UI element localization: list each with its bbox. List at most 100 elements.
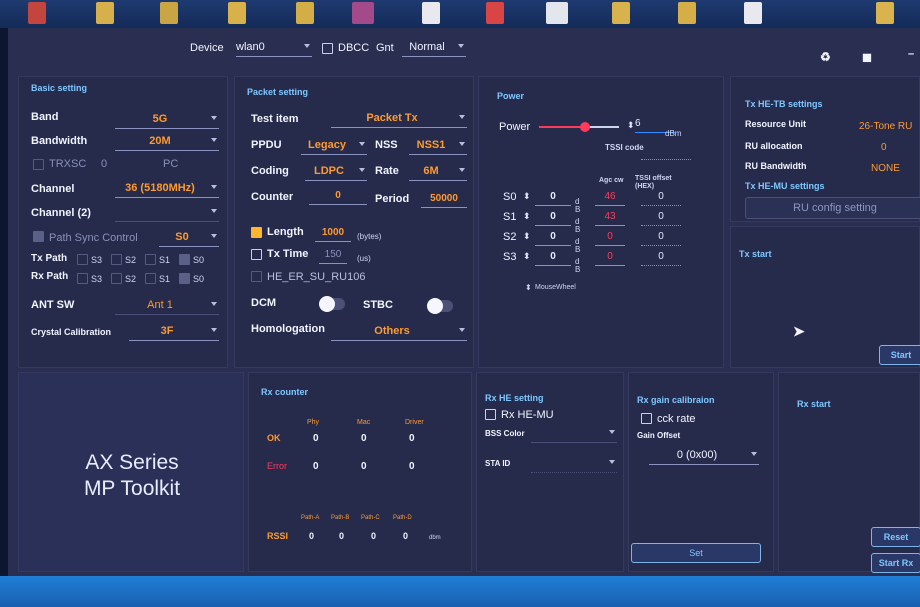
spinner-icon[interactable]: ⬍ bbox=[523, 231, 531, 242]
tx-start-button[interactable]: Start bbox=[879, 345, 920, 365]
ru-config-setting-button[interactable]: RU config setting bbox=[745, 197, 920, 219]
tssi-offset-value[interactable]: 0 bbox=[641, 191, 681, 206]
rx-path-s2-label: S2 bbox=[125, 274, 137, 284]
test-item-select[interactable]: Packet Tx bbox=[331, 110, 467, 128]
spinner-icon[interactable]: ⬍ bbox=[523, 191, 531, 202]
folder-icon[interactable] bbox=[160, 2, 178, 24]
ok-mac-value: 0 bbox=[361, 433, 367, 444]
reset-button[interactable]: Reset bbox=[871, 527, 920, 547]
homologation-label: Homologation bbox=[251, 323, 325, 335]
channel-select[interactable]: 36 (5180MHz) bbox=[115, 180, 219, 198]
period-field[interactable]: 50000 bbox=[421, 193, 467, 208]
tx-time-checkbox[interactable] bbox=[251, 249, 262, 260]
tssi-offset-value[interactable]: 0 bbox=[641, 211, 681, 226]
tx-start-title: Tx start bbox=[739, 249, 772, 259]
rx-he-setting-title: Rx HE setting bbox=[485, 393, 544, 403]
rx-he-mu-checkbox[interactable] bbox=[485, 409, 496, 420]
power-slider-track[interactable] bbox=[539, 122, 619, 132]
folder-icon[interactable] bbox=[228, 2, 246, 24]
nss-select[interactable]: NSS1 bbox=[409, 137, 467, 155]
device-select[interactable]: wlan0 bbox=[236, 39, 312, 57]
cck-rate-checkbox[interactable] bbox=[641, 413, 652, 424]
power-slider-handle[interactable] bbox=[580, 122, 590, 132]
bandwidth-select[interactable]: 20M bbox=[115, 133, 219, 151]
document-icon[interactable] bbox=[422, 2, 440, 24]
tx-path-s1-checkbox[interactable] bbox=[145, 254, 156, 265]
qr-code-icon[interactable] bbox=[546, 2, 568, 24]
agc-cw-value[interactable]: 0 bbox=[595, 231, 625, 246]
spinner-icon[interactable]: ⬍ bbox=[523, 251, 531, 262]
path-sync-select[interactable]: S0 bbox=[159, 229, 219, 247]
channel2-select[interactable] bbox=[115, 204, 219, 222]
test-item-label: Test item bbox=[251, 113, 299, 125]
error-driver-value: 0 bbox=[409, 461, 415, 472]
document-icon[interactable] bbox=[744, 2, 762, 24]
start-rx-button[interactable]: Start Rx bbox=[871, 553, 920, 573]
rx-path-s1-checkbox[interactable] bbox=[145, 273, 156, 284]
rx-path-s3-checkbox[interactable] bbox=[77, 273, 88, 284]
counter-field[interactable]: 0 bbox=[309, 190, 367, 205]
stbc-toggle[interactable] bbox=[427, 298, 453, 314]
tx-time-field[interactable]: 150 bbox=[319, 249, 347, 264]
app-icon[interactable] bbox=[352, 2, 374, 24]
folder-icon[interactable] bbox=[96, 2, 114, 24]
tssi-offset-value[interactable]: 0 bbox=[641, 251, 681, 266]
tssi-code-label: TSSI code bbox=[605, 143, 644, 152]
folder-icon[interactable] bbox=[612, 2, 630, 24]
dbcc-checkbox[interactable] bbox=[322, 43, 333, 54]
set-button[interactable]: Set bbox=[631, 543, 761, 563]
tx-path-s2-checkbox[interactable] bbox=[111, 254, 122, 265]
folder-icon[interactable] bbox=[678, 2, 696, 24]
agc-cw-value[interactable]: 0 bbox=[595, 251, 625, 266]
resource-unit-value[interactable]: 26-Tone RU bbox=[859, 121, 912, 132]
power-spinner-icon[interactable]: ⬍ bbox=[627, 120, 635, 131]
period-label: Period bbox=[375, 193, 410, 205]
path-sync-checkbox[interactable] bbox=[33, 231, 44, 242]
sta-id-select[interactable] bbox=[531, 455, 617, 473]
ppdu-select[interactable]: Legacy bbox=[301, 137, 367, 155]
gnt-select[interactable]: Normal bbox=[402, 39, 466, 57]
camera-icon[interactable]: ◼ bbox=[862, 50, 872, 64]
folder-icon[interactable] bbox=[876, 2, 894, 24]
ru-allocation-value[interactable]: 0 bbox=[881, 142, 887, 153]
tx-path-s0-checkbox[interactable] bbox=[179, 254, 190, 265]
rx-path-s0-checkbox[interactable] bbox=[179, 273, 190, 284]
homologation-select[interactable]: Others bbox=[331, 323, 467, 341]
tssi-offset-value[interactable]: 0 bbox=[641, 231, 681, 246]
recycle-icon[interactable]: ♻ bbox=[820, 50, 831, 64]
rx-path-s1-label: S1 bbox=[159, 274, 171, 284]
power-label: Power bbox=[499, 121, 531, 133]
rate-select[interactable]: 6M bbox=[409, 163, 467, 181]
agc-cw-value[interactable]: 43 bbox=[595, 211, 625, 226]
length-field[interactable]: 1000 bbox=[315, 227, 351, 242]
crystal-calibration-select[interactable]: 3F bbox=[129, 323, 219, 341]
tssi-code-field[interactable] bbox=[641, 159, 691, 160]
coding-select[interactable]: LDPC bbox=[305, 163, 367, 181]
power-row-field[interactable]: 0 bbox=[535, 231, 571, 246]
he-er-su-ru106-checkbox[interactable] bbox=[251, 271, 262, 282]
band-select[interactable]: 5G bbox=[115, 111, 219, 129]
he-er-su-ru106-label: HE_ER_SU_RU106 bbox=[267, 271, 366, 283]
power-row-field[interactable]: 0 bbox=[535, 211, 571, 226]
rx-path-s2-checkbox[interactable] bbox=[111, 273, 122, 284]
gnt-label: Gnt bbox=[376, 42, 394, 54]
dcm-toggle[interactable] bbox=[319, 296, 345, 312]
trxsc-checkbox[interactable] bbox=[33, 159, 44, 170]
power-row-field[interactable]: 0 bbox=[535, 191, 571, 206]
ru-bandwidth-value[interactable]: NONE bbox=[871, 163, 900, 174]
rx-gain-calibration-title: Rx gain calibraion bbox=[637, 395, 715, 405]
app-icon[interactable] bbox=[486, 2, 504, 24]
spinner-icon[interactable]: ⬍ bbox=[523, 211, 531, 222]
folder-icon[interactable] bbox=[296, 2, 314, 24]
ant-sw-select[interactable]: Ant 1 bbox=[115, 297, 219, 315]
bss-color-label: BSS Color bbox=[485, 429, 525, 438]
length-checkbox[interactable] bbox=[251, 227, 262, 238]
desktop-app-icon[interactable] bbox=[28, 2, 46, 24]
power-row-field[interactable]: 0 bbox=[535, 251, 571, 266]
bss-color-select[interactable] bbox=[531, 425, 617, 443]
minimize-icon[interactable]: – bbox=[908, 48, 914, 60]
agc-cw-value[interactable]: 46 bbox=[595, 191, 625, 206]
gain-offset-select[interactable]: 0 (0x00) bbox=[649, 447, 759, 465]
tx-path-s3-checkbox[interactable] bbox=[77, 254, 88, 265]
crystal-calibration-label: Crystal Calibration bbox=[31, 327, 112, 337]
